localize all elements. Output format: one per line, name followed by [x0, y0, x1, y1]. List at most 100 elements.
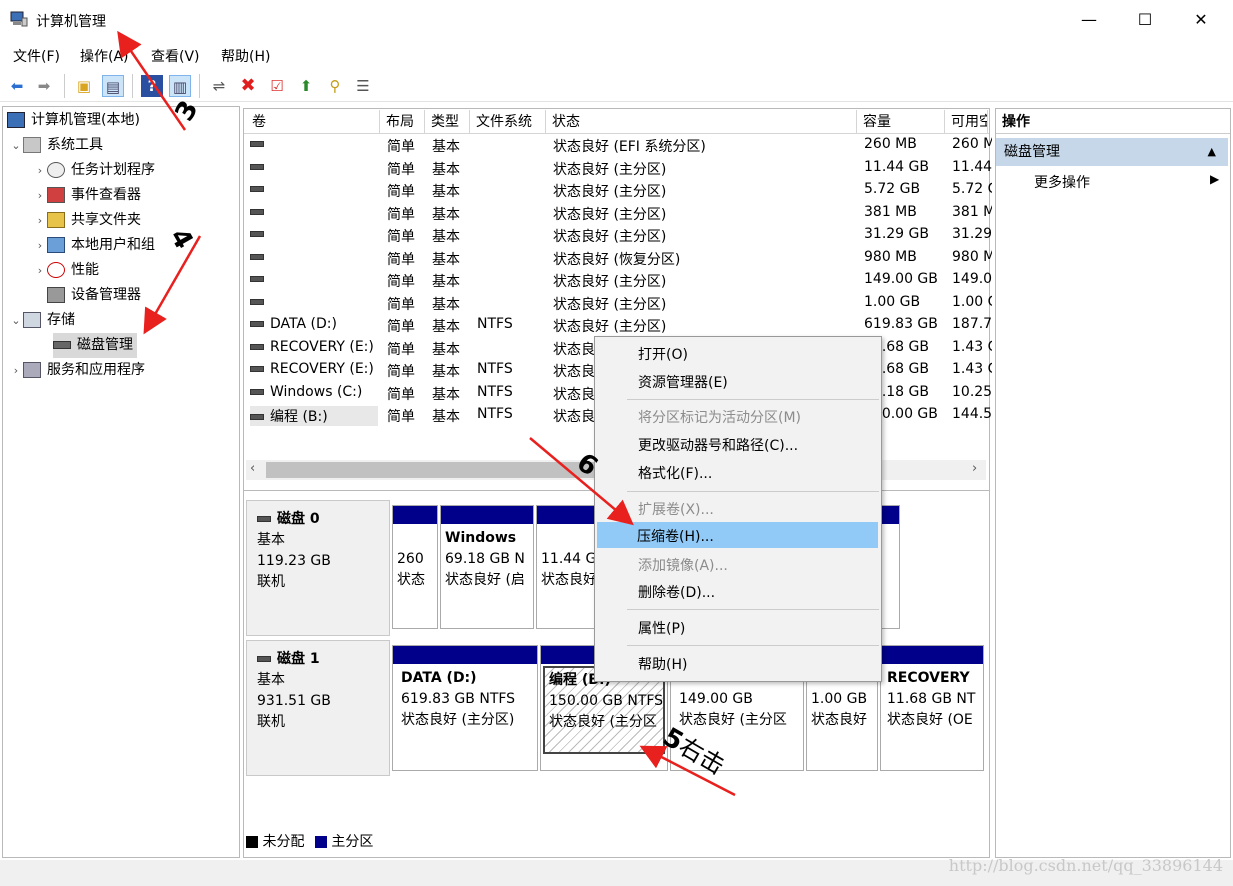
tree-system-tools[interactable]: ⌄ 系统工具	[9, 133, 103, 158]
table-row[interactable]: 简单基本 状态良好 (主分区) 1.00 GB 1.00 G	[244, 292, 992, 315]
chevron-right-icon[interactable]: ›	[33, 258, 47, 283]
ctx-help[interactable]: 帮助(H)	[638, 654, 687, 674]
tree-event-viewer[interactable]: › 事件查看器	[33, 183, 141, 208]
table-row[interactable]: 简单 基本 状态良好 (主分区) 11.44 GB 11.44	[244, 157, 992, 180]
column-type[interactable]: 类型	[425, 110, 470, 134]
delete-icon[interactable]: ✖	[237, 75, 259, 97]
disk0-partition-efi[interactable]: 260 状态	[392, 505, 438, 629]
menu-view[interactable]: 查看(V)	[151, 46, 200, 66]
partition-size: 11.44 G	[541, 551, 597, 567]
show-hide-tree-icon[interactable]: ▤	[102, 75, 124, 97]
close-button[interactable]: ✕	[1173, 0, 1229, 40]
tree-disk-management[interactable]: 磁盘管理	[53, 333, 137, 358]
cell-status: 状态良好 (主分区)	[553, 161, 667, 178]
connect-icon[interactable]: ⇌	[208, 75, 230, 97]
chevron-right-icon[interactable]: ›	[33, 233, 47, 258]
table-row[interactable]: 简单 基本 状态良好 (主分区) 381 MB 381 M	[244, 202, 992, 225]
chevron-right-icon[interactable]: ›	[33, 158, 47, 183]
disk1-type: 基本	[257, 672, 285, 688]
chevron-right-icon[interactable]: ›	[9, 358, 23, 383]
cell-vol	[250, 181, 378, 197]
cell-type: 基本	[432, 296, 460, 313]
column-status[interactable]: 状态	[546, 110, 857, 134]
tree-performance[interactable]: › 性能	[33, 258, 99, 283]
menu-action[interactable]: 操作(A)	[80, 46, 129, 66]
up-folder-icon[interactable]: ▣	[73, 75, 95, 97]
ctx-mirror[interactable]: 添加镜像(A)...	[638, 555, 728, 575]
menu-help[interactable]: 帮助(H)	[221, 46, 270, 66]
scroll-left-icon[interactable]: ‹	[250, 461, 255, 476]
ctx-mark-active[interactable]: 将分区标记为活动分区(M)	[638, 407, 801, 427]
volume-name: DATA (D:)	[270, 316, 337, 332]
table-row[interactable]: 简单 基本 状态良好 (主分区) 5.72 GB 5.72 G	[244, 179, 992, 202]
more-actions[interactable]: 更多操作	[1034, 172, 1090, 192]
shared-folder-icon	[47, 212, 65, 228]
cell-free: 260 MB	[952, 136, 992, 152]
disk1-info[interactable]: 磁盘 1 基本 931.51 GB 联机	[246, 640, 390, 776]
column-volume[interactable]: 卷	[246, 110, 380, 134]
cell-type: 基本	[432, 184, 460, 200]
console-icon[interactable]: ▥	[169, 75, 191, 97]
table-row[interactable]: 简单 基本 状态良好 (恢复分区) 980 MB 980 M	[244, 247, 992, 270]
maximize-button[interactable]: ☐	[1117, 0, 1173, 40]
scroll-right-icon[interactable]: ›	[972, 461, 977, 476]
tree-shared-folders[interactable]: › 共享文件夹	[33, 208, 141, 233]
back-icon[interactable]: ⬅	[6, 75, 28, 97]
check-icon[interactable]: ☑	[266, 75, 288, 97]
search-icon[interactable]: ⚲	[324, 75, 346, 97]
tree-local-users[interactable]: › 本地用户和组	[33, 233, 155, 258]
ctx-delete[interactable]: 删除卷(D)...	[638, 582, 715, 602]
disk0-partition-3[interactable]: 11.44 G 状态良好	[536, 505, 600, 629]
cell-vol	[250, 271, 378, 287]
chevron-down-icon[interactable]: ⌄	[9, 308, 23, 333]
help-icon[interactable]: ?	[141, 75, 163, 97]
disk1-partition-recovery[interactable]: RECOVERY 11.68 GB NT 状态良好 (OE	[880, 645, 984, 771]
actions-section-disk-management[interactable]: 磁盘管理 ▲	[996, 138, 1228, 166]
title-bar	[0, 0, 1233, 40]
storage-icon	[23, 312, 41, 328]
chevron-right-icon[interactable]: ›	[33, 208, 47, 233]
volume-name: RECOVERY (E:)	[270, 338, 374, 355]
minimize-button[interactable]: —	[1061, 0, 1117, 40]
table-row[interactable]: 简单 基本 状态良好 (主分区) 149.00 GB 149.0	[244, 269, 992, 292]
ctx-properties[interactable]: 属性(P)	[638, 618, 685, 638]
table-row[interactable]: DATA (D:) 简单 基本 NTFS 状态良好 (主分区) 619.83 GB 187.…	[244, 314, 992, 337]
chevron-right-icon[interactable]: ▶	[1210, 172, 1219, 186]
chevron-down-icon[interactable]: ⌄	[9, 133, 23, 158]
ctx-shrink[interactable]: 压缩卷(H)...	[637, 526, 714, 546]
cell-status: 状态良好 (主分区)	[553, 229, 667, 245]
chevron-right-icon[interactable]: ›	[33, 183, 47, 208]
tree-root[interactable]: 计算机管理(本地)	[7, 108, 140, 133]
tree-services[interactable]: › 服务和应用程序	[9, 358, 145, 383]
tree-shared-folders-label: 共享文件夹	[71, 212, 141, 228]
disk1-partition-data[interactable]: DATA (D:) 619.83 GB NTFS 状态良好 (主分区)	[392, 645, 538, 771]
ctx-open[interactable]: 打开(O)	[638, 344, 688, 364]
tree-task-scheduler-label: 任务计划程序	[71, 162, 155, 178]
disk0-info[interactable]: 磁盘 0 基本 119.23 GB 联机	[246, 500, 390, 636]
cell-status: 状态良好 (主分区)	[553, 206, 667, 223]
cell-type: 基本	[432, 206, 460, 223]
scrollbar-thumb[interactable]	[266, 462, 596, 478]
tree-storage[interactable]: ⌄ 存储	[9, 308, 75, 333]
partition-size: 149.00 GB	[679, 691, 753, 707]
table-row[interactable]: 简单 基本 状态良好 (EFI 系统分区) 260 MB 260 MB	[244, 134, 992, 157]
legend-unallocated: 未分配	[262, 834, 305, 850]
forward-icon[interactable]: ➡	[33, 75, 55, 97]
ctx-extend[interactable]: 扩展卷(X)...	[638, 499, 714, 519]
column-free[interactable]: 可用空	[945, 110, 988, 134]
ctx-format[interactable]: 格式化(F)...	[638, 463, 712, 483]
tree-task-scheduler[interactable]: › 任务计划程序	[33, 158, 155, 183]
column-filesystem[interactable]: 文件系统	[470, 110, 546, 134]
column-capacity[interactable]: 容量	[857, 110, 945, 134]
ctx-explorer[interactable]: 资源管理器(E)	[638, 372, 728, 392]
ctx-change-letter[interactable]: 更改驱动器号和路径(C)...	[638, 435, 798, 455]
column-layout[interactable]: 布局	[380, 110, 425, 134]
export-icon[interactable]: ⬆	[295, 75, 317, 97]
properties-icon[interactable]: ☰	[352, 75, 374, 97]
table-row[interactable]: 简单 基本 状态良好 (主分区) 31.29 GB 31.29	[244, 224, 992, 247]
collapse-up-icon[interactable]: ▲	[1208, 138, 1216, 166]
partition-label	[541, 528, 595, 549]
menu-file[interactable]: 文件(F)	[13, 46, 60, 66]
disk0-partition-windows[interactable]: Windows 69.18 GB N 状态良好 (启	[440, 505, 534, 629]
tree-device-manager[interactable]: 设备管理器	[47, 283, 141, 308]
